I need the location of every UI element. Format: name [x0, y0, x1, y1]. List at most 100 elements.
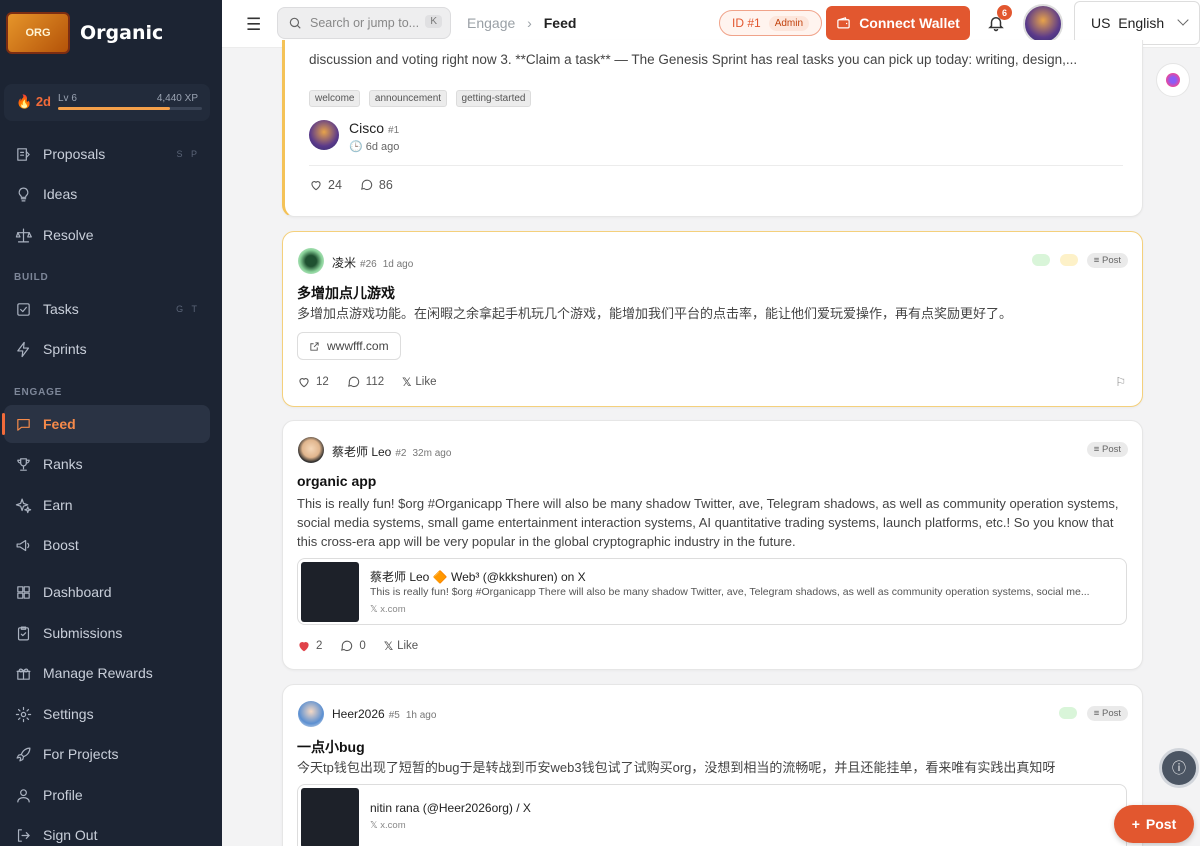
sidebar-item-profile[interactable]: Profile — [4, 776, 210, 814]
comment-button[interactable]: 0 — [340, 639, 366, 653]
sidebar-item-dashboard[interactable]: Dashboard — [4, 573, 210, 611]
breadcrumb-parent[interactable]: Engage — [467, 15, 515, 31]
gear-icon — [14, 705, 32, 723]
post-card[interactable]: 凌米 #26 1d ago ≡ Post 多增加点儿游戏 多增加点游戏功能。在闲暇之… — [282, 231, 1143, 407]
sidebar: ORG Organic 🔥 2d Lv 6 4,440 XP Proposals… — [0, 0, 222, 846]
rocket-icon — [14, 745, 32, 763]
post-time-value: 6d ago — [365, 141, 400, 153]
sidebar-item-label: Sign Out — [43, 827, 98, 843]
share-x-button[interactable]: 𝕏 Like — [384, 639, 418, 653]
sidebar-item-submissions[interactable]: Submissions — [4, 614, 210, 652]
comment-icon — [360, 179, 373, 191]
post-card[interactable]: Heer2026 #5 1h ago ≡ Post 一点小bug 今天tp钱包出现了… — [282, 684, 1143, 846]
new-post-button[interactable]: + Post — [1114, 805, 1194, 843]
author-name: 蔡老师 Leo — [332, 445, 392, 459]
brand-logo: ORG — [6, 12, 70, 54]
post-author[interactable]: 蔡老师 Leo #2 32m ago — [332, 443, 451, 460]
divider — [309, 165, 1123, 166]
user-avatar[interactable] — [1023, 4, 1063, 44]
brand-name: Organic — [80, 22, 164, 44]
sidebar-item-label: Sprints — [43, 341, 87, 357]
tag[interactable]: announcement — [368, 90, 448, 107]
user-id-pill[interactable]: ID #1 Admin — [719, 10, 823, 36]
tag[interactable]: getting-started — [455, 90, 532, 107]
tag[interactable]: welcome — [309, 90, 361, 107]
heart-icon — [311, 181, 321, 191]
connect-wallet-button[interactable]: Connect Wallet — [826, 6, 970, 40]
like-button[interactable]: 12 — [297, 375, 329, 389]
like-button[interactable]: 24 — [309, 178, 342, 192]
post-type-badge: ≡ Post — [1086, 442, 1128, 457]
sidebar-item-label: Dashboard — [43, 584, 112, 600]
comment-count: 112 — [365, 376, 385, 388]
author-name: Heer2026 — [332, 707, 385, 721]
post-type-badge: ≡ Post — [1086, 706, 1128, 721]
post-card[interactable]: 蔡老师 Leo #2 32m ago ≡ Post organic app This… — [282, 420, 1143, 670]
pinned-post-card[interactable]: discussion and voting right now 3. **Cla… — [282, 40, 1143, 217]
link-preview-card[interactable]: 蔡老师 Leo 🔶 Web³ (@kkkshuren) on X This is… — [297, 558, 1127, 625]
search-input[interactable]: Search or jump to... K — [277, 7, 451, 39]
post-title[interactable]: 一点小bug — [297, 737, 365, 757]
link-preview-title: 蔡老师 Leo 🔶 Web³ (@kkkshuren) on X — [370, 570, 586, 584]
post-author[interactable]: Cisco #1 — [349, 120, 399, 136]
assistant-float-button[interactable] — [1156, 63, 1190, 97]
external-link[interactable]: wwwfff.com — [297, 332, 401, 360]
link-preview-thumbnail — [301, 788, 359, 846]
sidebar-item-label: For Projects — [43, 746, 119, 762]
comment-button[interactable]: 86 — [360, 178, 393, 192]
sidebar-item-settings[interactable]: Settings — [4, 695, 210, 733]
menu-icon[interactable]: ☰ — [246, 15, 261, 35]
notifications-button[interactable]: 6 — [987, 5, 1012, 37]
link-preview-domain: 𝕏 x.com — [370, 820, 406, 831]
wallet-icon — [837, 16, 850, 28]
sidebar-item-sprints[interactable]: Sprints — [4, 330, 210, 368]
sidebar-item-ranks[interactable]: Ranks — [4, 445, 210, 483]
sidebar-item-ideas[interactable]: Ideas — [4, 175, 210, 213]
share-label: Like — [397, 640, 419, 652]
post-actions: 12 112 𝕏 Like — [297, 375, 455, 389]
share-x-button[interactable]: 𝕏 Like — [402, 375, 436, 389]
brand[interactable]: ORG Organic — [6, 12, 163, 54]
logout-icon — [14, 826, 32, 844]
sidebar-item-label: Submissions — [43, 625, 123, 641]
sidebar-item-tasks[interactable]: Tasks G T — [4, 290, 210, 328]
sidebar-item-feed[interactable]: Feed — [2, 405, 210, 443]
sidebar-item-label: Ranks — [43, 456, 83, 472]
post-author[interactable]: 凌米 #26 1d ago — [332, 254, 413, 271]
avatar[interactable] — [298, 437, 324, 463]
comment-count: 0 — [359, 640, 366, 652]
info-button[interactable]: ⓘ — [1159, 748, 1199, 788]
section-label-engage: ENGAGE — [14, 387, 63, 398]
like-button[interactable]: 2 — [297, 639, 322, 653]
xp-widget[interactable]: 🔥 2d Lv 6 4,440 XP — [4, 84, 210, 121]
breadcrumb-current: Feed — [543, 15, 577, 31]
post-author[interactable]: Heer2026 #5 1h ago — [332, 707, 436, 721]
sidebar-item-earn[interactable]: Earn — [4, 486, 210, 524]
post-body: This is really fun! $org #Organicapp The… — [297, 496, 1119, 549]
sidebar-item-for-projects[interactable]: For Projects — [4, 735, 210, 773]
sidebar-item-proposals[interactable]: Proposals S P — [4, 135, 210, 173]
avatar[interactable] — [309, 120, 339, 150]
comment-count: 86 — [378, 178, 393, 192]
sidebar-item-resolve[interactable]: Resolve — [4, 216, 210, 254]
sidebar-item-label: Feed — [43, 416, 76, 432]
post-title[interactable]: 多增加点儿游戏 — [297, 283, 395, 303]
plus-icon: + — [1131, 816, 1140, 832]
comment-button[interactable]: 112 — [347, 375, 384, 389]
x-icon: 𝕏 — [383, 641, 394, 653]
avatar[interactable] — [298, 701, 324, 727]
sidebar-item-manage-rewards[interactable]: Manage Rewards — [4, 654, 210, 692]
link-preview-card[interactable]: nitin rana (@Heer2026org) / X 𝕏 x.com — [297, 784, 1127, 846]
flag-icon[interactable]: ⚐ — [1115, 375, 1126, 389]
avatar[interactable] — [298, 248, 324, 274]
sidebar-item-sign-out[interactable]: Sign Out — [4, 816, 210, 846]
post-time: 32m ago — [412, 448, 452, 459]
post-title[interactable]: organic app — [297, 473, 376, 489]
language-select[interactable]: US English — [1074, 1, 1200, 45]
notification-count-badge: 6 — [997, 5, 1012, 20]
sidebar-item-boost[interactable]: Boost — [4, 526, 210, 564]
like-count: 24 — [328, 178, 342, 192]
post-time: 🕒 6d ago — [349, 141, 400, 153]
comment-icon — [347, 376, 359, 388]
info-icon: ⓘ — [1172, 760, 1186, 776]
